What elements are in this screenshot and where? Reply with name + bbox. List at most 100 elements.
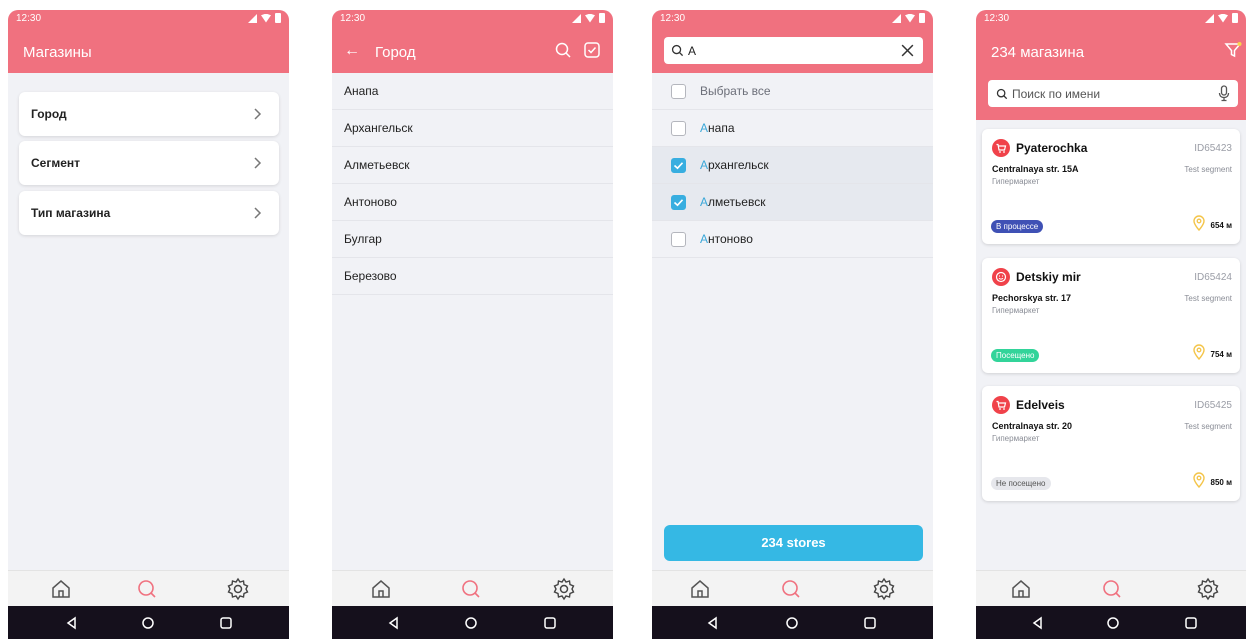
list-item[interactable]: Анапа — [652, 110, 933, 147]
store-id: ID65425 — [1194, 400, 1232, 411]
menu-item-label: Сегмент — [31, 156, 81, 170]
search-icon[interactable] — [459, 577, 483, 601]
bottom-nav — [652, 570, 933, 606]
bottom-nav — [976, 570, 1246, 606]
search-icon[interactable] — [554, 41, 572, 59]
list-item[interactable]: Антоново — [652, 221, 933, 258]
home-icon[interactable] — [1009, 577, 1033, 601]
store-name: Edelveis — [1016, 398, 1065, 412]
chevron-right-icon — [254, 157, 262, 169]
location-pin-icon — [1193, 215, 1205, 231]
list-item[interactable]: Алметьевск — [332, 147, 613, 184]
app-bar: 12:30 ← Город — [332, 10, 613, 73]
list-item[interactable]: Архангельск — [332, 110, 613, 147]
list-item-label: Антоново — [344, 195, 397, 209]
home-icon[interactable] — [49, 577, 73, 601]
checkmark-icon — [673, 162, 684, 170]
recents-square-icon[interactable] — [1184, 616, 1198, 630]
select-all-row[interactable]: Выбрать все — [652, 73, 933, 110]
list-item[interactable]: Алметьевск — [652, 184, 933, 221]
filter-icon[interactable] — [1224, 41, 1242, 59]
home-circle-icon[interactable] — [464, 616, 478, 630]
checkbox[interactable] — [671, 84, 686, 99]
home-circle-icon[interactable] — [141, 616, 155, 630]
store-distance: 850 м — [1210, 478, 1233, 487]
status-time: 12:30 — [660, 13, 686, 24]
settings-gear-icon[interactable] — [1196, 577, 1220, 601]
search-icon[interactable] — [779, 577, 803, 601]
store-distance: 754 м — [1210, 350, 1233, 359]
search-input[interactable]: Поиск по имени — [988, 80, 1238, 107]
status-badge: В процессе — [991, 220, 1044, 233]
list-item-label: Анапа — [344, 84, 379, 98]
store-name: Detskiy mir — [1016, 270, 1081, 284]
bottom-nav — [8, 570, 289, 606]
battery-icon — [919, 13, 925, 23]
signal-icon — [572, 13, 581, 23]
status-bar: 12:30 — [340, 13, 605, 27]
signal-icon — [1205, 13, 1214, 23]
list-item-label: Булгар — [344, 232, 382, 246]
home-circle-icon[interactable] — [1106, 616, 1120, 630]
cart-logo-icon — [992, 396, 1010, 414]
page-title: Город — [375, 44, 416, 61]
search-icon[interactable] — [135, 577, 159, 601]
list-item-label: Архангельск — [344, 121, 413, 135]
signal-icon — [248, 13, 257, 23]
list-item[interactable]: Антоново — [332, 184, 613, 221]
store-distance: 654 м — [1210, 221, 1233, 230]
menu-item-segment[interactable]: Сегмент — [19, 141, 279, 185]
store-card[interactable]: Detskiy mir ID65424 Pechorskya str. 17 Г… — [982, 258, 1240, 373]
list-item[interactable]: Булгар — [332, 221, 613, 258]
settings-gear-icon[interactable] — [552, 577, 576, 601]
list-item[interactable]: Березово — [332, 258, 613, 295]
menu-item-city[interactable]: Город — [19, 92, 279, 136]
location-pin-icon — [1193, 472, 1205, 488]
list-item[interactable]: Архангельск — [652, 147, 933, 184]
system-nav-bar — [8, 606, 289, 639]
screen-city-list: 12:30 ← Город Анапа Архангельск Алметьев… — [332, 10, 613, 639]
home-circle-icon[interactable] — [785, 616, 799, 630]
checkbox[interactable] — [671, 232, 686, 247]
back-triangle-icon[interactable] — [1031, 616, 1045, 630]
wifi-icon — [261, 13, 271, 23]
microphone-icon[interactable] — [1218, 85, 1230, 102]
back-triangle-icon[interactable] — [387, 616, 401, 630]
store-id: ID65423 — [1194, 143, 1232, 154]
back-arrow-icon[interactable]: ← — [344, 42, 360, 60]
show-stores-button[interactable]: 234 stores — [664, 525, 923, 561]
store-card[interactable]: Pyaterochka ID65423 Centralnaya str. 15A… — [982, 129, 1240, 244]
settings-gear-icon[interactable] — [226, 577, 250, 601]
select-check-icon[interactable] — [583, 41, 601, 59]
wifi-icon — [905, 13, 915, 23]
back-triangle-icon[interactable] — [65, 616, 79, 630]
status-time: 12:30 — [340, 13, 366, 24]
store-segment: Test segment — [1184, 422, 1232, 431]
status-badge: Посещено — [991, 349, 1040, 362]
select-all-label: Выбрать все — [700, 84, 771, 98]
recents-square-icon[interactable] — [543, 616, 557, 630]
bottom-nav — [332, 570, 613, 606]
home-icon[interactable] — [369, 577, 393, 601]
search-query: A — [688, 44, 697, 58]
cart-logo-icon — [992, 139, 1010, 157]
store-address: Centralnaya str. 15A — [992, 164, 1079, 174]
back-triangle-icon[interactable] — [706, 616, 720, 630]
checkbox-checked[interactable] — [671, 158, 686, 173]
search-input[interactable]: A — [664, 37, 923, 64]
location-pin-icon — [1193, 344, 1205, 360]
checkbox-checked[interactable] — [671, 195, 686, 210]
close-icon[interactable] — [900, 43, 915, 58]
recents-square-icon[interactable] — [219, 616, 233, 630]
status-bar: 12:30 — [984, 13, 1238, 27]
search-placeholder: Поиск по имени — [1012, 87, 1101, 101]
recents-square-icon[interactable] — [863, 616, 877, 630]
menu-item-store-type[interactable]: Тип магазина — [19, 191, 279, 235]
search-icon[interactable] — [1100, 577, 1124, 601]
list-item[interactable]: Анапа — [332, 73, 613, 110]
home-icon[interactable] — [688, 577, 712, 601]
settings-gear-icon[interactable] — [872, 577, 896, 601]
battery-icon — [275, 13, 281, 23]
checkbox[interactable] — [671, 121, 686, 136]
store-card[interactable]: Edelveis ID65425 Centralnaya str. 20 Гип… — [982, 386, 1240, 501]
